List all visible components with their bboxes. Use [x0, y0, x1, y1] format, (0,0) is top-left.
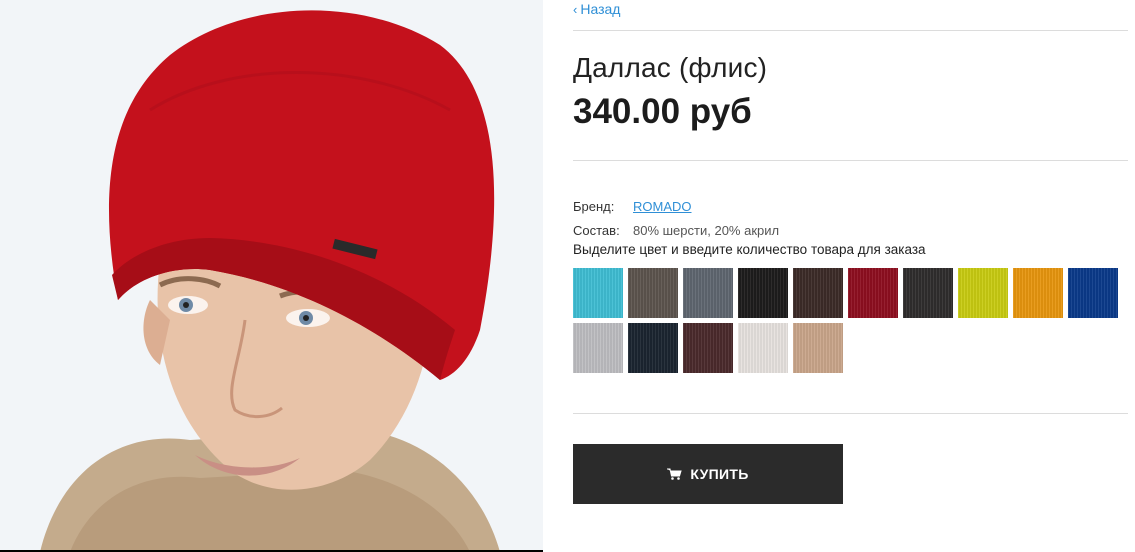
buy-button[interactable]: КУПИТЬ: [573, 444, 843, 504]
color-prompt: Выделите цвет и введите количество товар…: [573, 242, 926, 257]
swatch-slate-grey[interactable]: [683, 268, 733, 318]
composition-label: Состав:: [573, 222, 620, 238]
divider: [573, 30, 1128, 31]
composition-value: 80% шерсти, 20% акрил: [633, 222, 780, 238]
swatch-taupe[interactable]: [628, 268, 678, 318]
product-properties: Бренд: ROMADO Состав: 80% шерсти, 20% ак…: [573, 194, 779, 242]
product-image: [0, 0, 543, 552]
product-title: Даллас (флис): [573, 52, 768, 83]
brand-link[interactable]: ROMADO: [633, 199, 692, 214]
buy-button-label: КУПИТЬ: [690, 466, 749, 482]
back-link[interactable]: ‹ Назад: [573, 1, 620, 17]
swatch-navy-black[interactable]: [628, 323, 678, 373]
cart-icon: [667, 468, 683, 480]
product-price: 340.00 руб: [573, 92, 752, 131]
swatch-crimson[interactable]: [848, 268, 898, 318]
color-swatches: [573, 268, 1128, 373]
swatch-turquoise[interactable]: [573, 268, 623, 318]
swatch-lime[interactable]: [958, 268, 1008, 318]
swatch-royal-blue[interactable]: [1068, 268, 1118, 318]
chevron-left-icon: ‹: [573, 1, 578, 17]
swatch-orange[interactable]: [1013, 268, 1063, 318]
back-link-label: Назад: [580, 1, 621, 17]
divider: [573, 413, 1128, 414]
composition-row: Состав: 80% шерсти, 20% акрил: [573, 218, 779, 242]
product-photo[interactable]: [0, 0, 543, 552]
swatch-light-grey[interactable]: [573, 323, 623, 373]
brand-label: Бренд:: [573, 198, 615, 214]
swatch-charcoal[interactable]: [903, 268, 953, 318]
divider: [573, 160, 1128, 161]
brand-row: Бренд: ROMADO: [573, 194, 779, 218]
swatch-dark-brown[interactable]: [793, 268, 843, 318]
swatch-plum-brown[interactable]: [683, 323, 733, 373]
swatch-off-white[interactable]: [738, 323, 788, 373]
swatch-beige[interactable]: [793, 323, 843, 373]
swatch-black[interactable]: [738, 268, 788, 318]
